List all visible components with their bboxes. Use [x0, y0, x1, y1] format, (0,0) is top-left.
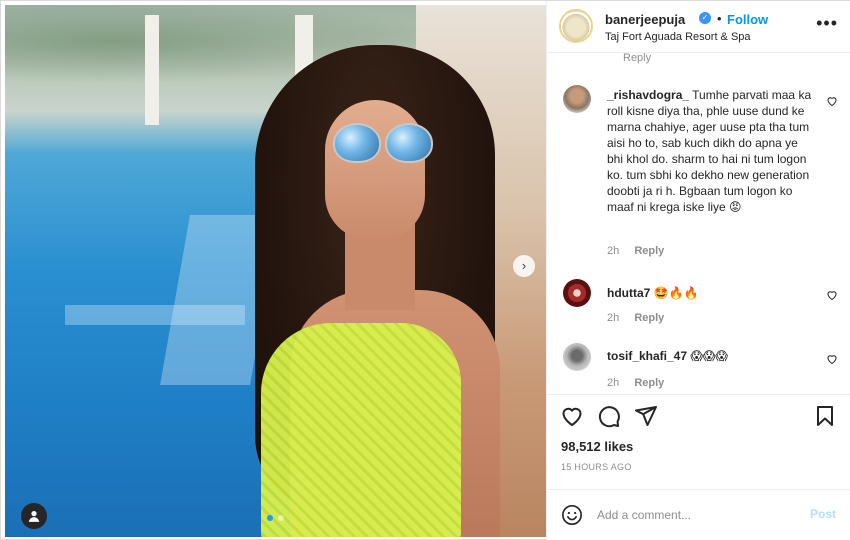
- reply-link[interactable]: Reply: [623, 53, 651, 64]
- comment-time: 2h: [607, 377, 620, 389]
- post-actions-bar: [547, 394, 850, 432]
- subject-face: [325, 100, 425, 240]
- sunglasses-lens-left: [333, 123, 381, 163]
- comment-text: tosif_khafi_47 😱😱😱: [607, 348, 817, 364]
- add-comment-bar: Post: [547, 489, 850, 540]
- avatar[interactable]: [563, 343, 591, 371]
- carousel-indicator: [267, 515, 284, 521]
- comment-username[interactable]: _rishavdogra_: [607, 88, 689, 102]
- like-heart-icon[interactable]: [560, 404, 584, 428]
- comment-meta: 2h Reply: [607, 312, 676, 324]
- comment-meta: 2h Reply: [607, 377, 676, 389]
- tagged-users-button[interactable]: [21, 503, 47, 529]
- comment-username[interactable]: tosif_khafi_47: [607, 349, 687, 363]
- emoji-picker-icon[interactable]: [561, 504, 583, 526]
- post-location[interactable]: Taj Fort Aguada Resort & Spa: [605, 31, 751, 43]
- comment-username[interactable]: hdutta7: [607, 286, 650, 300]
- user-icon: [28, 511, 40, 522]
- comment-body: Tumhe parvati maa ka roll kisne diya tha…: [607, 88, 812, 214]
- post-modal: › banerjeepuja ✓ • Follow Taj Fort Aguad…: [0, 0, 850, 540]
- comments-list[interactable]: Reply _rishavdogra_ Tumhe parvati maa ka…: [547, 53, 850, 389]
- comment-text: hdutta7 🤩🔥🔥: [607, 285, 817, 301]
- comment-time: 2h: [607, 245, 620, 257]
- post-timestamp: 15 HOURS AGO: [561, 462, 632, 472]
- comment-input[interactable]: [597, 504, 797, 526]
- like-comment-heart-icon[interactable]: [826, 353, 838, 365]
- comment-body: 🤩🔥🔥: [653, 286, 699, 300]
- reply-link[interactable]: Reply: [634, 312, 664, 324]
- like-comment-heart-icon[interactable]: [826, 95, 838, 107]
- save-bookmark-icon[interactable]: [813, 404, 837, 428]
- like-comment-heart-icon[interactable]: [826, 289, 838, 301]
- carousel-dot: [278, 515, 284, 521]
- avatar[interactable]: [563, 279, 591, 307]
- comment-bubble-icon[interactable]: [597, 404, 621, 428]
- share-paper-plane-icon[interactable]: [634, 404, 658, 428]
- subject-swimsuit: [261, 323, 461, 537]
- avatar[interactable]: [563, 85, 591, 113]
- post-comment-button[interactable]: Post: [810, 507, 836, 521]
- comment-time: 2h: [607, 312, 620, 324]
- comment-text: _rishavdogra_ Tumhe parvati maa ka roll …: [607, 87, 817, 215]
- like-count[interactable]: 98,512 likes: [561, 439, 633, 454]
- avatar[interactable]: [559, 9, 593, 43]
- verified-badge-icon: ✓: [699, 12, 711, 24]
- background-pillar: [145, 15, 159, 125]
- next-slide-button[interactable]: ›: [513, 255, 535, 277]
- comment-body: 😱😱😱: [690, 349, 728, 363]
- post-photo[interactable]: [5, 5, 546, 537]
- carousel-dot-active: [267, 515, 273, 521]
- separator-bullet: •: [717, 11, 722, 26]
- reply-link[interactable]: Reply: [634, 245, 664, 257]
- more-options-icon[interactable]: •••: [816, 13, 838, 34]
- post-sidebar: banerjeepuja ✓ • Follow Taj Fort Aguada …: [546, 1, 850, 540]
- sunglasses-lens-right: [385, 123, 433, 163]
- comment-meta: 2h Reply: [607, 245, 676, 257]
- follow-button[interactable]: Follow: [727, 12, 768, 27]
- post-header: banerjeepuja ✓ • Follow Taj Fort Aguada …: [547, 1, 850, 53]
- reply-link[interactable]: Reply: [634, 377, 664, 389]
- pool-reflection: [65, 305, 245, 325]
- post-author-username[interactable]: banerjeepuja: [605, 12, 685, 27]
